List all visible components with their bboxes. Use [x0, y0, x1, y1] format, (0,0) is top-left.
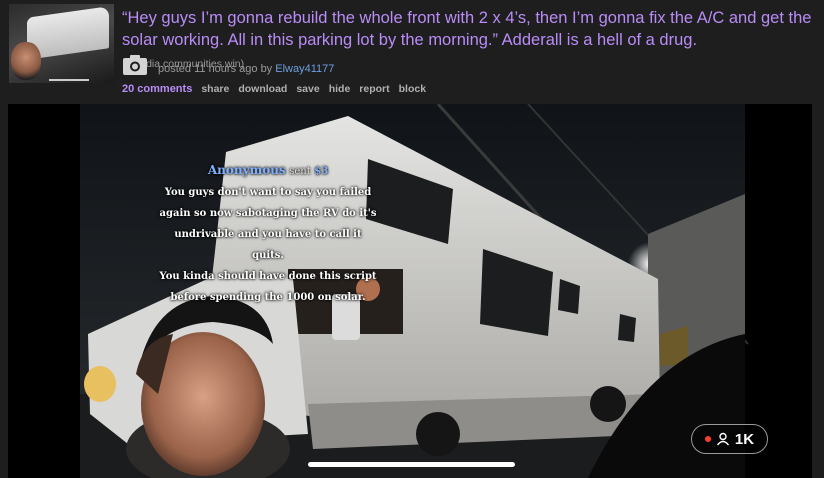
- hide-button[interactable]: hide: [329, 83, 351, 95]
- tip-line: You guys don't want to say you failed: [164, 187, 372, 198]
- live-dot-icon: [704, 436, 711, 442]
- post-tagline: posted 11 hours ago by Elway41177: [158, 63, 334, 75]
- tip-line: again so now sabotaging the RV do it's: [159, 208, 377, 219]
- video-player[interactable]: Anonymous sent $3 You guys don't want to…: [8, 104, 812, 478]
- share-button[interactable]: share: [201, 83, 229, 95]
- post-time: 11 hours ago: [194, 63, 258, 75]
- thumbnail-home-bar: [49, 79, 89, 81]
- comments-link[interactable]: 20 comments: [122, 83, 192, 95]
- posted-prefix: posted: [158, 63, 192, 75]
- tip-sent-word: sent: [289, 166, 311, 177]
- save-button[interactable]: save: [296, 83, 319, 95]
- post-title-link[interactable]: “Hey guys I’m gonna rebuild the whole fr…: [122, 9, 811, 49]
- post-thumbnail[interactable]: [9, 4, 114, 83]
- by-label: by: [260, 63, 273, 75]
- viewer-count: 1K: [734, 430, 755, 448]
- post-action-bar: 20 comments share download save hide rep…: [122, 83, 426, 95]
- block-button[interactable]: block: [399, 83, 426, 95]
- tip-amount: $3: [314, 166, 329, 177]
- camera-icon[interactable]: [122, 54, 148, 76]
- viewer-count-badge: 1K: [691, 424, 768, 454]
- tip-line: undrivable and you have to call it quits…: [174, 229, 362, 261]
- home-indicator-bar: [308, 462, 515, 467]
- author-link[interactable]: Elway41177: [275, 63, 334, 75]
- tip-sender: Anonymous: [207, 163, 286, 177]
- tip-line: You kinda should have done this script: [159, 271, 377, 282]
- person-icon: [716, 432, 729, 446]
- video-frame-image: [80, 104, 749, 478]
- tip-header: Anonymous sent $3: [158, 160, 378, 182]
- download-button[interactable]: download: [238, 83, 287, 95]
- tip-caption-overlay: Anonymous sent $3 You guys don't want to…: [158, 160, 378, 308]
- report-button[interactable]: report: [359, 83, 389, 95]
- tip-line: before spending the 1000 on solar.: [170, 292, 366, 303]
- thumbnail-face-image: [11, 42, 41, 80]
